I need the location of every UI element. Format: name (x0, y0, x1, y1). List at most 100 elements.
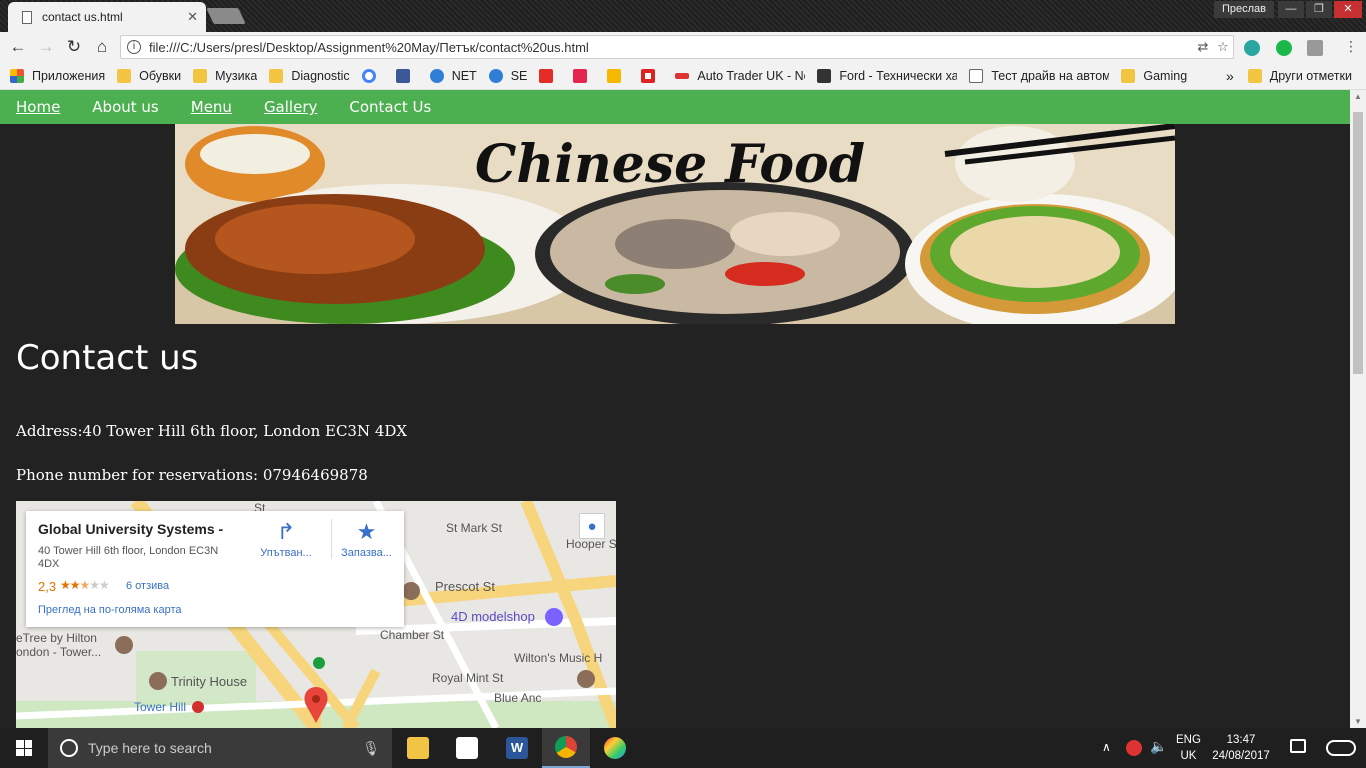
windows-taskbar: Type here to search 🎙 W ∧ 🔈 ENG UK 13:47 … (0, 728, 1366, 768)
bookmark-autotrader[interactable]: Auto Trader UK - Nev (675, 69, 805, 83)
page-icon (22, 10, 32, 24)
folder-icon (1247, 68, 1262, 83)
nav-contact-link[interactable]: Contact Us (349, 98, 431, 116)
bookmark-folder[interactable]: Музика (193, 68, 257, 83)
store-button[interactable] (443, 728, 491, 768)
page-viewport: Home About us Menu Gallery Contact Us Ch… (0, 90, 1350, 728)
forward-arrow-icon[interactable]: → (36, 37, 56, 57)
close-window-button[interactable]: ✕ (1334, 1, 1362, 18)
bookmarks-more-button[interactable]: » (1226, 68, 1234, 84)
paint-icon (604, 737, 626, 759)
embedded-map[interactable]: Prescot St 4D modelshop Chamber St Wilto… (16, 501, 616, 728)
paint-button[interactable] (591, 728, 639, 768)
nav-about-link[interactable]: About us (92, 98, 158, 116)
folder-icon (407, 737, 429, 759)
other-bookmarks-folder[interactable]: Други отметки (1247, 68, 1352, 83)
address-bar[interactable]: i file:///C:/Users/presl/Desktop/Assignm… (120, 35, 1234, 59)
action-center-icon[interactable] (1290, 739, 1306, 753)
grammarly-icon[interactable] (1276, 40, 1292, 56)
place-address: 40 Tower Hill 6th floor, London EC3N 4DX (38, 545, 219, 570)
globe-icon (429, 68, 444, 83)
browser-titlebar: contact us.html ✕ Преслав — ❐ ✕ (0, 0, 1366, 32)
street-label: St Mark St (446, 521, 503, 535)
bookmark-ford[interactable]: Ford - Технически ха (817, 68, 957, 83)
new-tab-button[interactable] (206, 8, 246, 24)
nav-menu-link[interactable]: Menu (191, 98, 232, 116)
microphone-icon[interactable]: 🎙 (362, 740, 380, 757)
network-icon[interactable] (1126, 740, 1142, 756)
nav-home-link[interactable]: Home (16, 98, 60, 116)
folder-icon (117, 68, 132, 83)
autotrader-icon (675, 72, 690, 79)
bookmark-grid[interactable] (607, 68, 629, 83)
bookmark-red-cross[interactable] (641, 68, 663, 83)
reviews-link[interactable]: 6 отзива (126, 580, 169, 592)
chrome-button[interactable] (542, 728, 590, 768)
larger-map-link[interactable]: Преглед на по-голяма карта (38, 604, 182, 616)
restore-button[interactable]: ❐ (1306, 1, 1332, 18)
address-text: Address:40 Tower Hill 6th floor, London … (16, 422, 408, 440)
tab-title: contact us.html (42, 10, 123, 24)
bookmark-net[interactable]: NET (429, 68, 477, 83)
url-text[interactable]: file:///C:/Users/presl/Desktop/Assignmen… (149, 40, 1193, 55)
bookmark-folder[interactable]: Обувки (117, 68, 181, 83)
directions-icon: ↱ (276, 519, 296, 544)
bookmark-se[interactable]: SE (488, 68, 527, 83)
volume-icon[interactable]: 🔈 (1150, 738, 1167, 755)
windows-logo-icon (16, 740, 32, 756)
street-view-icon[interactable]: ● (579, 513, 605, 539)
page-title: Contact us (16, 338, 199, 378)
back-arrow-icon[interactable]: ← (8, 37, 28, 57)
page-icon (969, 68, 984, 83)
bookmarks-bar: Приложения Обувки Музика Diagnostic NET … (0, 62, 1366, 90)
extension-icon[interactable] (1244, 40, 1260, 56)
menu-icon[interactable]: ⋮ (1344, 38, 1358, 55)
facebook-icon (395, 68, 410, 83)
save-button[interactable]: ★ Запазва... (331, 519, 401, 559)
cortana-icon (60, 739, 78, 757)
start-button[interactable] (0, 728, 48, 768)
bookmark-youtube[interactable] (539, 68, 561, 83)
show-hidden-icons-icon[interactable]: ∧ (1102, 740, 1111, 754)
reload-icon[interactable]: ↻ (64, 37, 84, 57)
red-cross-icon (641, 68, 656, 83)
taskbar-search[interactable]: Type here to search 🎙 (48, 728, 392, 768)
tab-contact-us[interactable]: contact us.html ✕ (8, 2, 206, 32)
bookmark-apps[interactable]: Приложения (10, 68, 105, 83)
chinese-food-banner: Chinese Food (175, 124, 1175, 324)
google-icon (361, 68, 376, 83)
language-indicator[interactable]: ENG UK (1176, 732, 1201, 764)
page-scrollbar[interactable]: ▲ ▼ (1350, 90, 1366, 728)
apps-grid-icon (10, 68, 24, 83)
clock[interactable]: 13:47 24/08/2017 (1210, 732, 1272, 764)
bookmark-facebook[interactable] (395, 68, 418, 83)
onedrive-icon[interactable] (1326, 740, 1356, 756)
word-button[interactable]: W (493, 728, 541, 768)
profile-button[interactable]: Преслав (1213, 1, 1274, 18)
translate-icon[interactable]: ⇄ (1193, 39, 1213, 55)
file-explorer-button[interactable] (394, 728, 442, 768)
place-name: Global University Systems - (38, 521, 224, 537)
site-nav: Home About us Menu Gallery Contact Us (0, 90, 1350, 124)
rating-value: 2,3 (38, 579, 57, 594)
browser-toolbar: ← → ↻ ⌂ i file:///C:/Users/presl/Desktop… (0, 32, 1366, 62)
bookmark-folder[interactable]: Diagnostic (269, 68, 350, 83)
info-icon[interactable]: i (127, 40, 141, 54)
pdf-extension-icon[interactable] (1307, 40, 1323, 56)
bookmark-google[interactable] (361, 68, 384, 83)
word-icon: W (506, 737, 528, 759)
nav-gallery-link[interactable]: Gallery (264, 98, 317, 116)
close-tab-icon[interactable]: ✕ (187, 9, 198, 25)
bookmark-folder[interactable]: Gaming (1121, 68, 1187, 83)
home-icon[interactable]: ⌂ (92, 37, 112, 57)
bookmark-seven[interactable] (573, 68, 595, 83)
bookmark-test-drive[interactable]: Тест драйв на автом (969, 68, 1109, 83)
minimize-button[interactable]: — (1278, 1, 1304, 18)
scroll-up-icon[interactable]: ▲ (1354, 92, 1362, 101)
bookmark-star-icon[interactable]: ☆ (1213, 39, 1233, 55)
directions-button[interactable]: ↱ Упътван... (251, 519, 321, 559)
place-card: Global University Systems - 40 Tower Hil… (26, 511, 404, 627)
scroll-thumb[interactable] (1353, 112, 1363, 374)
scroll-down-icon[interactable]: ▼ (1354, 717, 1362, 726)
poi-label: Wilton's Music H (514, 651, 603, 665)
